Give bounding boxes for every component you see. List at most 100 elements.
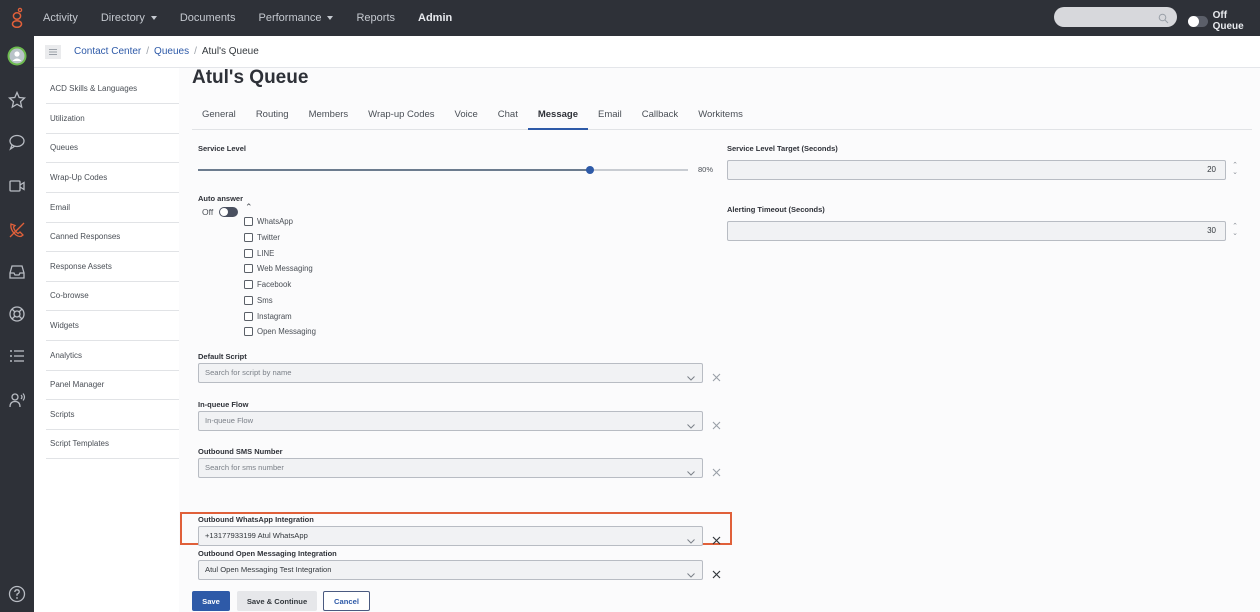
tab-workitems[interactable]: Workitems bbox=[688, 103, 753, 130]
clear-icon[interactable] bbox=[712, 464, 722, 477]
subnav-item-widgets[interactable]: Widgets bbox=[46, 311, 179, 341]
nav-documents[interactable]: Documents bbox=[180, 12, 236, 24]
tab-email[interactable]: Email bbox=[588, 103, 632, 130]
checkbox-twitter[interactable]: Twitter bbox=[244, 233, 280, 242]
in-queue-flow-select[interactable]: In-queue Flow bbox=[198, 411, 703, 431]
service-level-target-label: Service Level Target (Seconds) bbox=[727, 144, 838, 153]
auto-answer-toggle[interactable] bbox=[219, 207, 238, 217]
nav-label: Reports bbox=[356, 12, 396, 24]
video-icon[interactable] bbox=[5, 174, 29, 198]
outbound-sms-select[interactable]: Search for sms number bbox=[198, 458, 703, 478]
tab-callback[interactable]: Callback bbox=[632, 103, 688, 130]
subnav-item-utilization[interactable]: Utilization bbox=[46, 104, 179, 134]
nav-activity[interactable]: Activity bbox=[43, 12, 78, 24]
nav-label: Performance bbox=[258, 12, 322, 24]
service-level-slider[interactable] bbox=[198, 165, 688, 174]
service-level-target-stepper[interactable]: ⌃ ⌄ bbox=[1231, 162, 1239, 178]
lifebuoy-icon[interactable] bbox=[5, 302, 29, 326]
checkbox-sms[interactable]: Sms bbox=[244, 296, 273, 305]
queue-toggle-switch[interactable] bbox=[1188, 15, 1208, 27]
tab-wrap-up-codes[interactable]: Wrap-up Codes bbox=[358, 103, 444, 130]
outbound-open-messaging-select[interactable]: Atul Open Messaging Test Integration bbox=[198, 560, 703, 580]
checkbox-web-messaging[interactable]: Web Messaging bbox=[244, 264, 313, 273]
list-icon[interactable] bbox=[5, 344, 29, 368]
tab-members[interactable]: Members bbox=[299, 103, 359, 130]
queue-status-toggle[interactable]: Off Queue bbox=[1188, 10, 1260, 32]
checkbox[interactable] bbox=[244, 327, 253, 336]
checkbox-label: LINE bbox=[257, 249, 275, 258]
tab-chat[interactable]: Chat bbox=[488, 103, 528, 130]
checkbox[interactable] bbox=[244, 249, 253, 258]
slider-thumb[interactable] bbox=[586, 165, 594, 174]
nav-reports[interactable]: Reports bbox=[356, 12, 395, 24]
clear-icon[interactable] bbox=[712, 566, 722, 579]
subnav-item-response-assets[interactable]: Response Assets bbox=[46, 252, 179, 282]
subnav-item-scripts[interactable]: Scripts bbox=[46, 400, 179, 430]
alerting-timeout-input[interactable]: 30 bbox=[727, 221, 1226, 241]
default-script-select[interactable]: Search for script by name bbox=[198, 363, 703, 383]
checkbox-label: WhatsApp bbox=[257, 217, 293, 226]
clear-icon[interactable] bbox=[712, 417, 722, 430]
phone-off-icon[interactable] bbox=[5, 218, 29, 242]
star-icon[interactable] bbox=[5, 88, 29, 112]
clear-icon[interactable] bbox=[712, 369, 722, 382]
chevron-down-icon[interactable]: ⌄ bbox=[1231, 230, 1239, 237]
speaking-user-icon[interactable] bbox=[5, 388, 29, 412]
subnav-item-canned-responses[interactable]: Canned Responses bbox=[46, 222, 179, 252]
checkbox-facebook[interactable]: Facebook bbox=[244, 280, 291, 289]
tab-voice[interactable]: Voice bbox=[445, 103, 488, 130]
nav-performance[interactable]: Performance bbox=[259, 12, 334, 24]
chevron-up-icon[interactable]: ⌃ bbox=[1231, 223, 1239, 230]
breadcrumb-contact-center[interactable]: Contact Center bbox=[74, 46, 141, 57]
subnav-item-co-browse[interactable]: Co-browse bbox=[46, 281, 179, 311]
genesys-logo-icon[interactable] bbox=[0, 0, 34, 36]
global-search-input[interactable] bbox=[1054, 7, 1177, 27]
checkbox[interactable] bbox=[244, 280, 253, 289]
subnav-item-panel-manager[interactable]: Panel Manager bbox=[46, 370, 179, 400]
chevron-down-icon bbox=[687, 465, 695, 483]
checkbox[interactable] bbox=[244, 312, 253, 321]
subnav-item-email[interactable]: Email bbox=[46, 193, 179, 223]
chevron-up-icon[interactable]: ⌃ bbox=[1231, 162, 1239, 169]
cancel-button[interactable]: Cancel bbox=[323, 591, 370, 611]
service-level-target-input[interactable]: 20 bbox=[727, 160, 1226, 180]
checkbox-line[interactable]: LINE bbox=[244, 249, 274, 258]
checkbox[interactable] bbox=[244, 217, 253, 226]
save-continue-button[interactable]: Save & Continue bbox=[237, 591, 317, 611]
avatar[interactable] bbox=[5, 44, 29, 68]
hamburger-icon bbox=[49, 48, 57, 55]
select-value: Atul Open Messaging Test Integration bbox=[205, 565, 332, 574]
breadcrumb-queues[interactable]: Queues bbox=[154, 46, 189, 57]
subnav-item-analytics[interactable]: Analytics bbox=[46, 341, 179, 371]
chat-icon[interactable] bbox=[5, 130, 29, 154]
tab-routing[interactable]: Routing bbox=[246, 103, 299, 130]
outbound-open-messaging-label: Outbound Open Messaging Integration bbox=[198, 549, 337, 558]
subnav-item-acd-skills[interactable]: ACD Skills & Languages bbox=[46, 74, 179, 104]
nav-directory[interactable]: Directory bbox=[101, 12, 157, 24]
subnav-item-script-templates[interactable]: Script Templates bbox=[46, 429, 179, 459]
checkbox-label: Open Messaging bbox=[257, 327, 316, 336]
menu-toggle-button[interactable] bbox=[45, 44, 61, 59]
chevron-up-icon[interactable]: ⌃ bbox=[245, 202, 253, 213]
checkbox-instagram[interactable]: Instagram bbox=[244, 312, 292, 321]
checkbox[interactable] bbox=[244, 233, 253, 242]
subnav-item-wrap-up-codes[interactable]: Wrap-Up Codes bbox=[46, 163, 179, 193]
checkbox[interactable] bbox=[244, 296, 253, 305]
outbound-whatsapp-select[interactable]: +13177933199 Atul WhatsApp bbox=[198, 526, 703, 546]
breadcrumb-separator: / bbox=[194, 46, 197, 57]
checkbox-open-messaging[interactable]: Open Messaging bbox=[244, 327, 316, 336]
save-button[interactable]: Save bbox=[192, 591, 230, 611]
checkbox[interactable] bbox=[244, 264, 253, 273]
subnav-item-queues[interactable]: Queues bbox=[46, 133, 179, 163]
chevron-down-icon[interactable]: ⌄ bbox=[1231, 169, 1239, 176]
tab-general[interactable]: General bbox=[192, 103, 246, 130]
inbox-icon[interactable] bbox=[5, 260, 29, 284]
checkbox-label: Twitter bbox=[257, 233, 280, 242]
help-icon[interactable] bbox=[5, 582, 29, 606]
checkbox-whatsapp[interactable]: WhatsApp bbox=[244, 217, 293, 226]
checkbox-label: Facebook bbox=[257, 280, 292, 289]
alerting-timeout-stepper[interactable]: ⌃ ⌄ bbox=[1231, 223, 1239, 239]
tab-message[interactable]: Message bbox=[527, 103, 588, 130]
clear-icon[interactable] bbox=[712, 532, 722, 545]
nav-admin[interactable]: Admin bbox=[418, 12, 452, 24]
